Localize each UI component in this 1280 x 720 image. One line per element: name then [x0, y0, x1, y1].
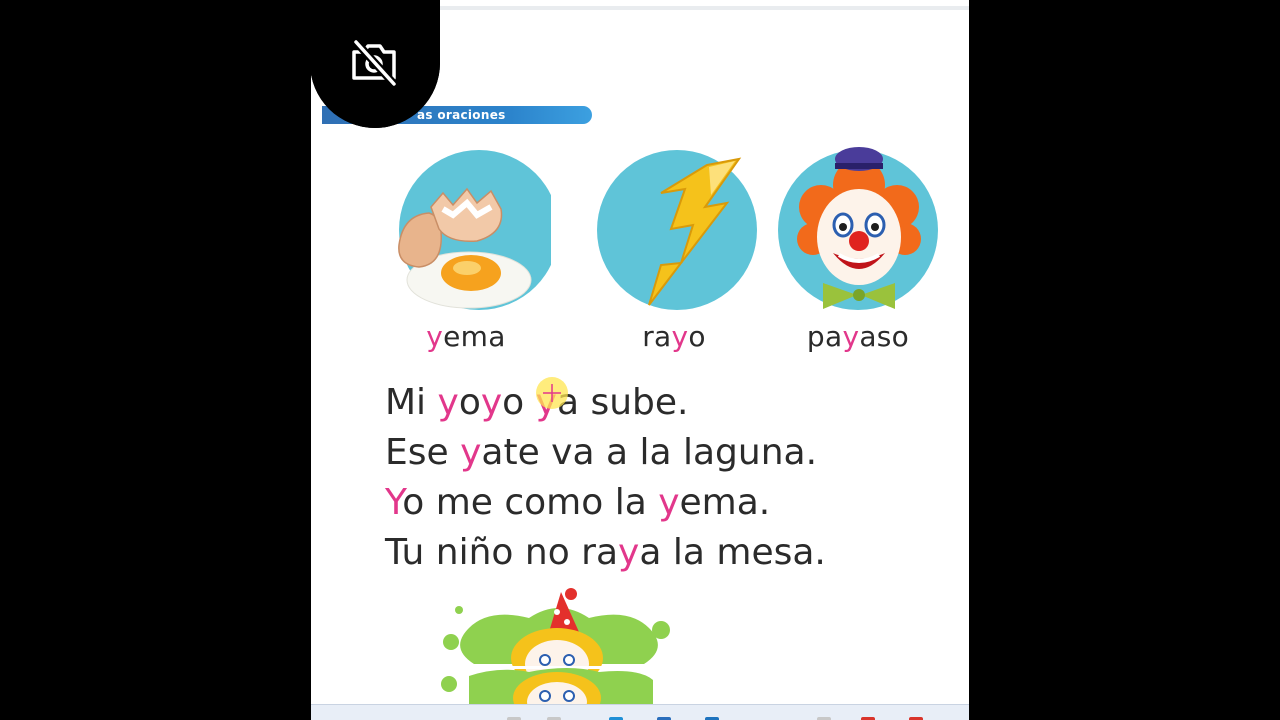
crosshair-cursor-icon	[543, 384, 561, 402]
word-card-payaso: payaso	[773, 145, 943, 353]
reading-sentences: Mi yoyo ya sube. Ese yate va a la laguna…	[385, 378, 945, 578]
video-frame: as oraciones yema rayo payaso Mi yoyo a …	[0, 0, 1280, 720]
party-clown-illustration	[439, 588, 679, 708]
section-title: as oraciones	[417, 108, 506, 122]
word-label-yema: yema	[426, 320, 506, 353]
lightning-bolt-icon	[597, 150, 757, 310]
word-card-yema: yema	[381, 145, 551, 353]
sentence-2: Ese yate va a la laguna.	[385, 432, 818, 473]
sentence-1: Mi yoyo ya sube.	[385, 382, 689, 423]
sentence-3: Yo me como la yema.	[385, 482, 771, 523]
word-label-rayo: rayo	[642, 320, 706, 353]
word-card-rayo: rayo	[589, 145, 759, 353]
sentence-4: Tu niño no raya la mesa.	[385, 532, 826, 573]
word-label-payaso: payaso	[806, 320, 910, 353]
clown-icon	[778, 147, 938, 310]
taskbar-strip	[311, 704, 969, 720]
camera-off-icon	[352, 39, 397, 87]
camera-off-button[interactable]	[310, 0, 440, 128]
egg-yolk-icon	[398, 150, 551, 310]
